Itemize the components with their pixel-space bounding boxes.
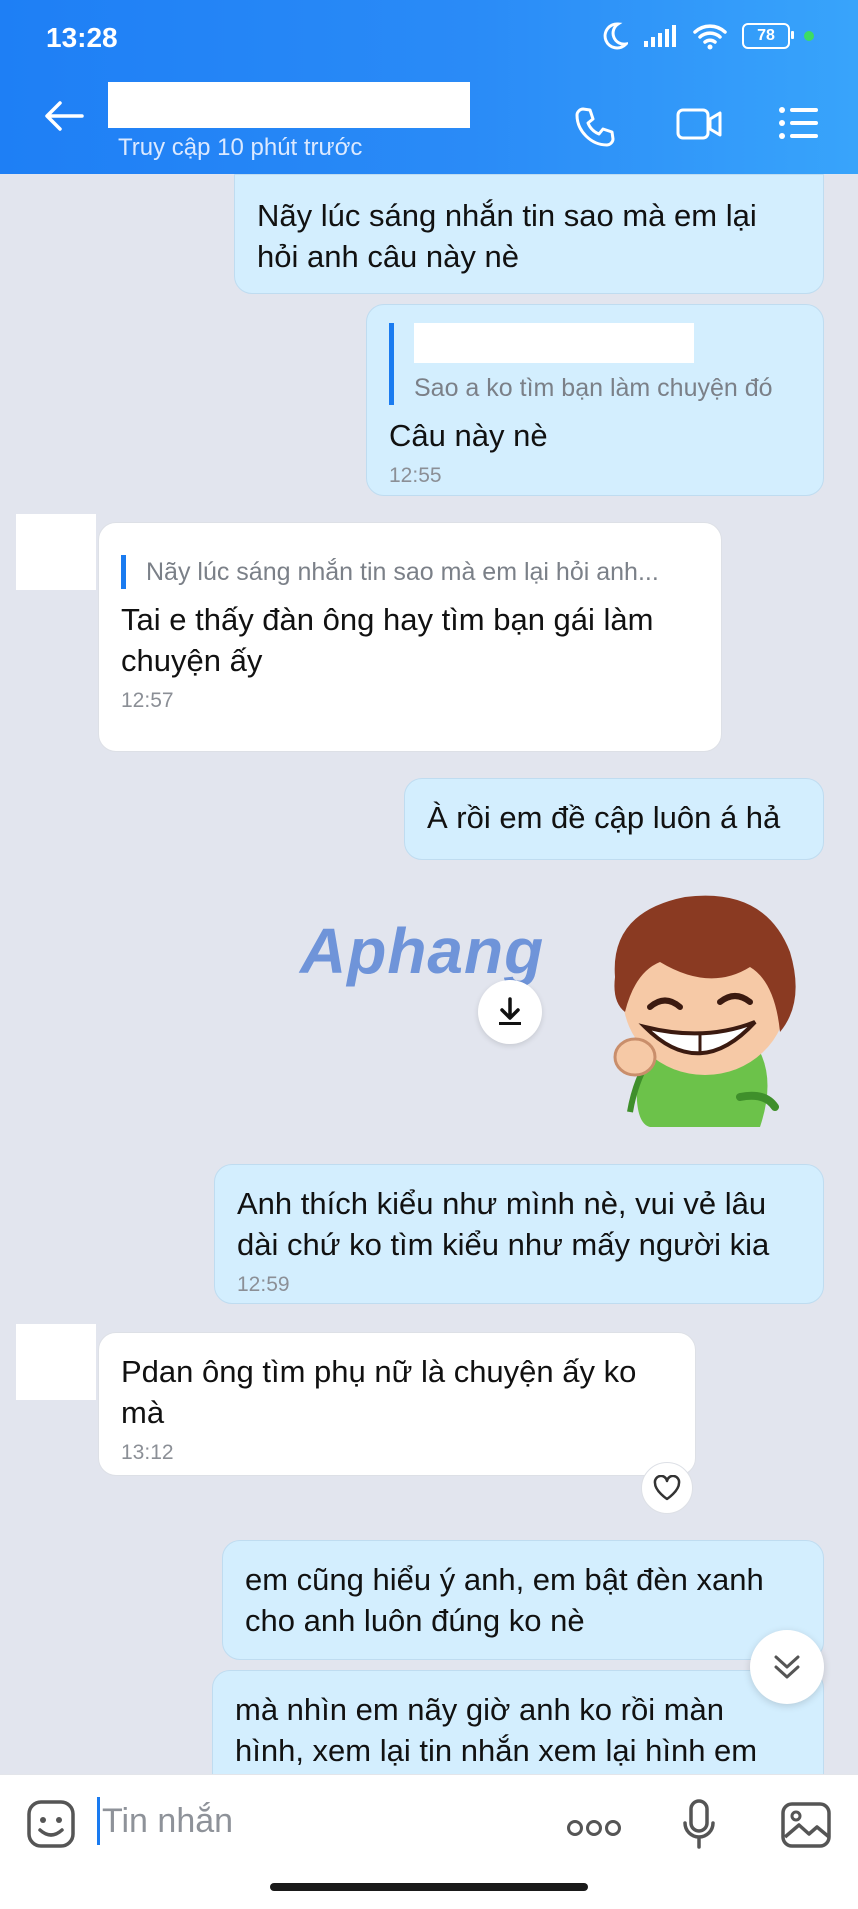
wifi-icon [693, 24, 727, 50]
status-icons: 78 [602, 22, 814, 50]
message-input[interactable] [98, 1793, 522, 1849]
download-icon [499, 997, 521, 1025]
battery-level: 78 [757, 27, 775, 44]
message-outgoing[interactable]: mà nhìn em nãy giờ anh ko rồi màn hình, … [212, 1670, 824, 1774]
message-outgoing[interactable]: Nãy lúc sáng nhắn tin sao mà em lại hỏi … [234, 174, 824, 294]
quoted-message[interactable]: Nãy lúc sáng nhắn tin sao mà em lại hỏi … [121, 555, 699, 589]
last-seen-status: Truy cập 10 phút trước [118, 134, 363, 161]
sticker-emoji-icon[interactable] [26, 1799, 76, 1849]
contact-name-redacted[interactable] [108, 82, 470, 128]
chat-header: 13:28 78 Truy cập 10 phút trước [0, 0, 858, 174]
message-text: em cũng hiểu ý anh, em bật đèn xanh cho … [245, 1562, 764, 1638]
charging-dot-icon [804, 31, 814, 41]
react-heart-button[interactable] [641, 1462, 693, 1514]
message-outgoing[interactable]: em cũng hiểu ý anh, em bật đèn xanh cho … [222, 1540, 824, 1660]
message-text: mà nhìn em nãy giờ anh ko rồi màn hình, … [235, 1692, 758, 1768]
status-time: 13:28 [46, 22, 118, 53]
quoted-message[interactable]: Sao a ko tìm bạn làm chuyện đó [389, 323, 801, 405]
message-time: 13:12 [121, 1441, 174, 1464]
download-button[interactable] [478, 980, 542, 1044]
avatar-redacted[interactable] [16, 1324, 96, 1400]
message-time: 12:57 [121, 689, 174, 712]
message-text: À rồi em đề cập luôn á hả [427, 800, 781, 835]
moon-icon [603, 22, 628, 50]
image-gallery-icon[interactable] [780, 1801, 832, 1849]
message-outgoing-reply[interactable]: Sao a ko tìm bạn làm chuyện đó Câu này n… [366, 304, 824, 496]
message-time: 12:55 [389, 464, 442, 487]
sticker-image[interactable] [590, 882, 815, 1127]
quoted-text: Nãy lúc sáng nhắn tin sao mà em lại hỏi … [146, 558, 659, 586]
chat-area[interactable]: Nãy lúc sáng nhắn tin sao mà em lại hỏi … [0, 174, 858, 1774]
phone-call-icon[interactable] [574, 106, 616, 148]
heart-icon [653, 1475, 681, 1501]
menu-list-icon[interactable] [778, 106, 820, 140]
message-incoming-reply[interactable]: Nãy lúc sáng nhắn tin sao mà em lại hỏi … [98, 522, 722, 752]
message-outgoing[interactable]: À rồi em đề cập luôn á hả [404, 778, 824, 860]
microphone-icon[interactable] [682, 1799, 716, 1849]
message-text: Anh thích kiểu như mình nè, vui vẻ lâu d… [237, 1186, 770, 1262]
video-call-icon[interactable] [676, 106, 722, 142]
message-outgoing[interactable]: Anh thích kiểu như mình nè, vui vẻ lâu d… [214, 1164, 824, 1304]
back-arrow-icon[interactable] [44, 100, 84, 132]
message-time: 12:59 [237, 1273, 290, 1296]
avatar-redacted[interactable] [16, 514, 96, 590]
signal-icon [644, 25, 676, 47]
message-text: Nãy lúc sáng nhắn tin sao mà em lại hỏi … [257, 198, 757, 274]
message-text: Pdan ông tìm phụ nữ là chuyện ấy ko mà [121, 1354, 637, 1430]
double-chevron-down-icon [774, 1655, 800, 1679]
battery-indicator: 78 [742, 23, 794, 49]
message-text: Câu này nè [389, 418, 548, 453]
quoted-sender-redacted [414, 323, 694, 363]
watermark-logo: Aphang [300, 915, 545, 987]
message-text: Tai e thấy đàn ông hay tìm bạn gái làm c… [121, 602, 654, 678]
scroll-to-bottom-button[interactable] [750, 1630, 824, 1704]
message-incoming[interactable]: Pdan ông tìm phụ nữ là chuyện ấy ko mà 1… [98, 1332, 696, 1476]
quoted-text: Sao a ko tìm bạn làm chuyện đó [414, 374, 773, 402]
more-options-icon[interactable] [566, 1819, 622, 1837]
message-composer [0, 1774, 858, 1909]
home-indicator[interactable] [270, 1883, 588, 1891]
